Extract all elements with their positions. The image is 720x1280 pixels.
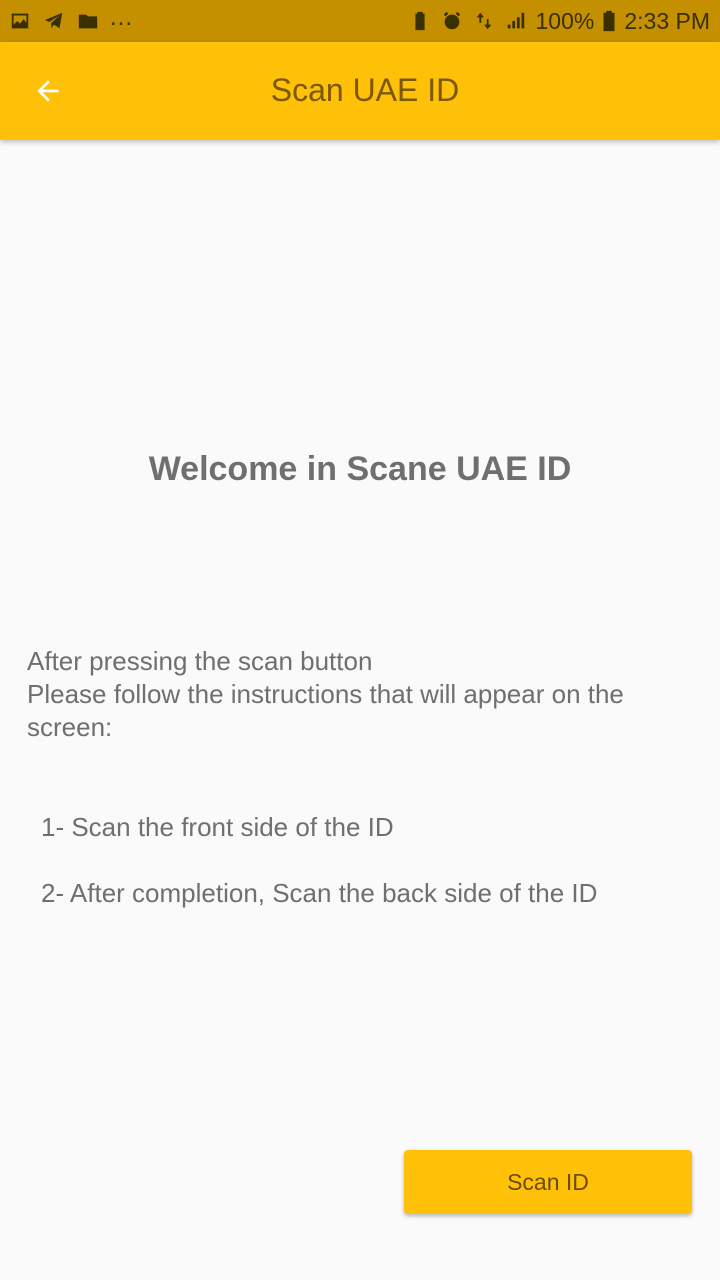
status-bar-left: ...: [8, 4, 134, 33]
instruction-step-1: 1- Scan the front side of the ID: [41, 812, 394, 842]
signal-icon: [504, 9, 528, 33]
more-notifications-indicator: ...: [110, 4, 134, 31]
battery-icon: [602, 9, 616, 33]
instructions-intro: After pressing the scan button Please fo…: [27, 645, 687, 744]
app-bar: Scan UAE ID: [0, 42, 720, 140]
welcome-heading: Welcome in Scane UAE ID: [148, 450, 572, 488]
data-transfer-icon: [472, 9, 496, 33]
battery-percent: 100%: [535, 7, 595, 34]
status-bar: ... 100% 2:33 PM: [0, 0, 720, 42]
status-bar-right: 100% 2:33 PM: [408, 8, 710, 35]
scan-id-button[interactable]: Scan ID: [404, 1150, 692, 1214]
intro-line: After pressing the scan button: [27, 646, 373, 676]
instruction-step-2: 2- After completion, Scan the back side …: [41, 878, 598, 908]
page-title: Scan UAE ID: [270, 72, 460, 108]
intro-line: Please follow the instructions that will…: [27, 679, 624, 742]
alarm-icon: [440, 9, 464, 33]
image-icon: [8, 9, 32, 33]
clock: 2:33 PM: [624, 7, 710, 34]
battery-saver-icon: [408, 9, 432, 33]
telegram-icon: [42, 9, 66, 33]
folder-icon: [76, 9, 100, 33]
